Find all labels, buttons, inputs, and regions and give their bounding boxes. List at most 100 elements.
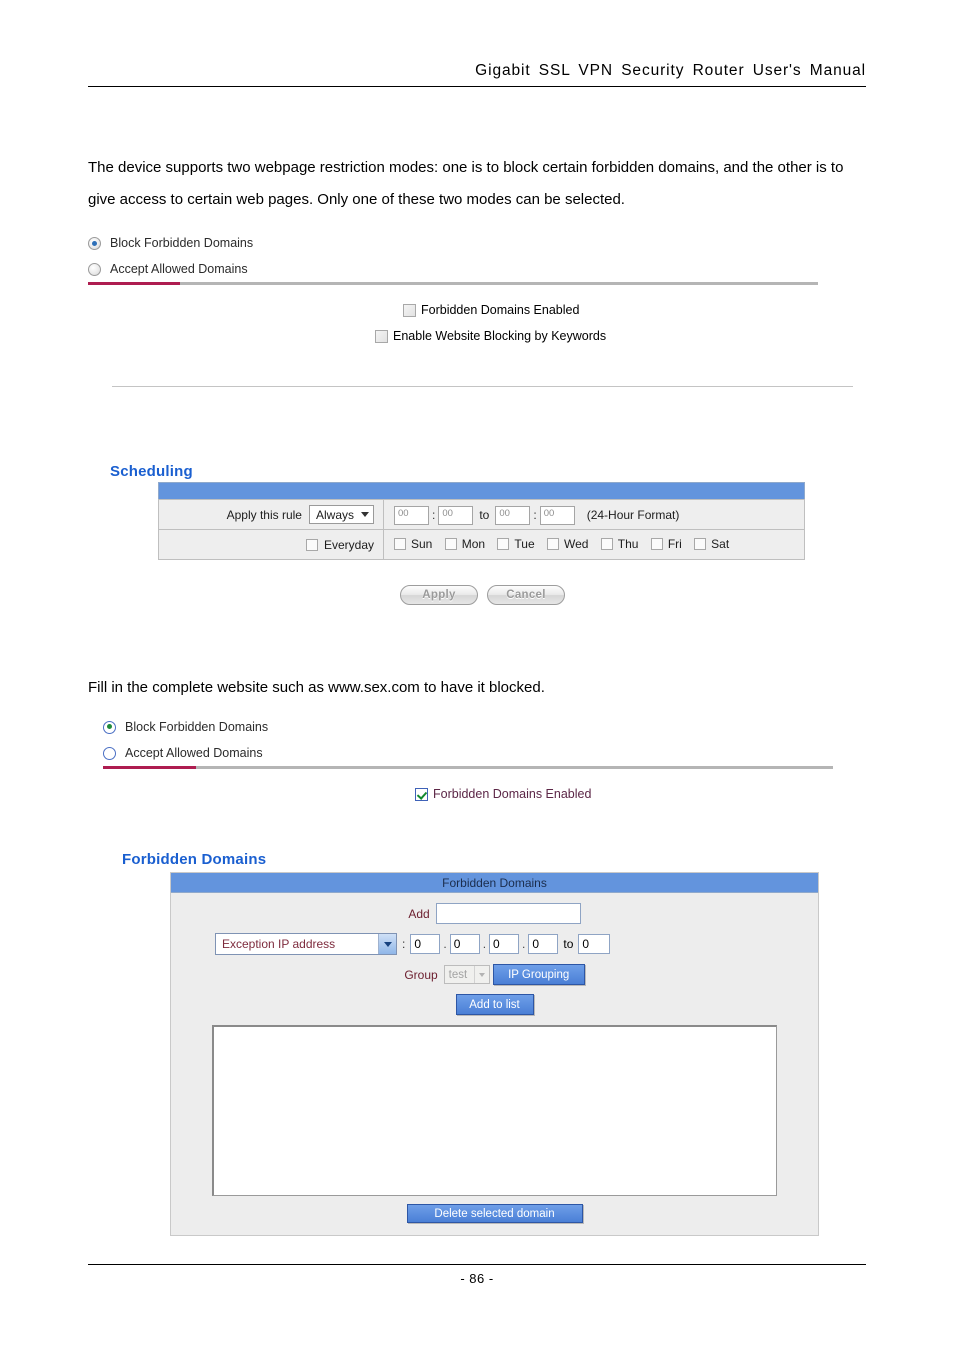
group-label: Group	[404, 967, 438, 982]
mode-selector-bottom: Block Forbidden Domains Accept Allowed D…	[103, 714, 833, 769]
radio-icon-unselected[interactable]	[103, 746, 116, 760]
checkbox-forbidden-domains-enabled-bottom[interactable]: Forbidden Domains Enabled	[415, 787, 591, 801]
time-to-hour-input[interactable]: 00	[495, 505, 531, 525]
day-label: Sun	[411, 536, 433, 551]
colon-separator: :	[402, 937, 406, 951]
form-action-buttons: Apply Cancel	[400, 585, 565, 605]
group-select-value: test	[448, 968, 468, 981]
time-from-minute-input[interactable]: 00	[438, 505, 474, 525]
day-label: Tue	[514, 536, 535, 551]
checkbox-icon-unchecked[interactable]	[546, 537, 559, 550]
checkbox-day-tue[interactable]: Tue	[497, 536, 535, 551]
checkbox-label: Everyday	[323, 537, 374, 552]
checkbox-icon-unchecked[interactable]	[497, 537, 510, 550]
ip-grouping-button[interactable]: IP Grouping	[492, 964, 585, 985]
exception-ip-value: Exception IP address	[222, 937, 336, 951]
checkbox-icon-unchecked[interactable]	[600, 537, 613, 550]
checkbox-icon-unchecked[interactable]	[394, 537, 406, 550]
checkbox-icon-unchecked[interactable]	[305, 538, 318, 551]
group-select: test	[443, 965, 490, 984]
checkbox-label: Forbidden Domains Enabled	[433, 787, 592, 801]
days-cell: Sun Mon Tue Wed Thu Fri Sat	[383, 529, 805, 560]
scheduling-table: Apply this rule Always 00 : 00 to 00 : 0…	[158, 499, 805, 560]
checkbox-forbidden-domains-enabled-top[interactable]: Forbidden Domains Enabled	[403, 303, 579, 317]
checkbox-label: Enable Website Blocking by Keywords	[393, 329, 607, 343]
time-format-note: (24-Hour Format)	[586, 508, 680, 522]
checkbox-icon-checked[interactable]	[415, 787, 428, 801]
intro-paragraph: The device supports two webpage restrict…	[88, 159, 844, 208]
dot-separator: .	[522, 937, 526, 951]
dot-separator: .	[443, 937, 447, 951]
time-to-word: to	[479, 508, 490, 522]
section-divider	[112, 386, 853, 387]
page-footer: - 86 -	[88, 1264, 866, 1286]
underline-accent	[103, 766, 196, 769]
radio-icon-unselected[interactable]	[88, 262, 101, 276]
ip-range-end-input[interactable]: 0	[578, 934, 611, 954]
add-to-list-row: Add to list	[171, 994, 818, 1015]
scheduling-widget: Apply this rule Always 00 : 00 to 00 : 0…	[158, 482, 805, 560]
ip-octet-1-input[interactable]: 0	[410, 934, 441, 954]
checkbox-day-fri[interactable]: Fri	[650, 537, 682, 551]
chevron-down-icon	[361, 512, 369, 517]
checkbox-icon-unchecked[interactable]	[375, 329, 388, 343]
checkbox-label: Forbidden Domains Enabled	[421, 303, 580, 317]
day-label: Thu	[617, 536, 639, 551]
day-label: Wed	[563, 536, 589, 551]
time-colon: :	[432, 508, 436, 522]
range-word: to	[563, 937, 574, 951]
underline-rest	[180, 282, 818, 285]
radio-label: Accept Allowed Domains	[110, 262, 248, 276]
forbidden-domains-panel: Forbidden Domains Add Exception IP addre…	[170, 872, 819, 1236]
radio-label: Block Forbidden Domains	[125, 720, 269, 734]
ip-octet-3-input[interactable]: 0	[489, 934, 520, 954]
time-colon: :	[533, 508, 537, 522]
add-label: Add	[408, 906, 430, 921]
checkbox-icon-unchecked[interactable]	[444, 537, 457, 550]
apply-rule-select[interactable]: Always	[308, 505, 374, 524]
radio-block-forbidden-domains-top[interactable]: Block Forbidden Domains	[88, 230, 818, 256]
checkbox-everyday[interactable]: Everyday	[159, 538, 374, 552]
mode-selector-top: Block Forbidden Domains Accept Allowed D…	[88, 230, 818, 285]
scheduling-header-bar	[158, 482, 805, 499]
exception-ip-row: Exception IP address : 0 . 0 . 0 . 0 to …	[171, 933, 818, 955]
panel-header: Forbidden Domains	[171, 873, 818, 893]
checkbox-icon-unchecked[interactable]	[694, 537, 707, 550]
checkbox-day-thu[interactable]: Thu	[600, 536, 639, 551]
fill-website-paragraph: Fill in the complete website such as www…	[88, 679, 545, 696]
apply-rule-label: Apply this rule	[226, 507, 302, 522]
page-number: - 86 -	[460, 1271, 494, 1286]
checkbox-icon-unchecked[interactable]	[403, 303, 416, 317]
add-domain-row: Add	[171, 903, 818, 924]
radio-label: Block Forbidden Domains	[110, 236, 254, 250]
time-range-cell: 00 : 00 to 00 : 00 (24-Hour Format)	[383, 499, 805, 530]
group-row: Group test IP Grouping	[171, 964, 818, 985]
ip-octet-2-input[interactable]: 0	[449, 934, 480, 954]
checkbox-day-wed[interactable]: Wed	[546, 536, 589, 551]
radio-icon-selected[interactable]	[103, 720, 116, 734]
checkbox-day-mon[interactable]: Mon	[444, 536, 486, 551]
time-to-minute-input[interactable]: 00	[539, 505, 575, 525]
time-from-hour-input[interactable]: 00	[394, 505, 429, 525]
underline-rest	[196, 766, 833, 769]
add-to-list-button[interactable]: Add to list	[455, 994, 534, 1015]
chevron-down-icon[interactable]	[378, 934, 396, 954]
delete-row: Delete selected domain	[171, 1204, 818, 1223]
apply-button[interactable]: Apply	[400, 585, 478, 605]
checkbox-day-sun[interactable]: Sun	[394, 537, 432, 551]
cancel-button[interactable]: Cancel	[487, 585, 565, 605]
radio-icon-selected[interactable]	[88, 236, 101, 250]
add-domain-input[interactable]	[435, 903, 581, 924]
day-label: Mon	[461, 536, 486, 551]
ip-octet-4-input[interactable]: 0	[528, 934, 559, 954]
checkbox-enable-website-blocking-by-keywords[interactable]: Enable Website Blocking by Keywords	[375, 329, 606, 343]
radio-block-forbidden-domains-bottom[interactable]: Block Forbidden Domains	[103, 714, 833, 740]
checkbox-day-sat[interactable]: Sat	[694, 537, 729, 551]
radio-accept-allowed-domains-bottom[interactable]: Accept Allowed Domains	[103, 740, 833, 766]
exception-ip-select[interactable]: Exception IP address	[215, 933, 397, 955]
checkbox-icon-unchecked[interactable]	[650, 537, 663, 550]
delete-selected-domain-button[interactable]: Delete selected domain	[406, 1204, 583, 1223]
radio-accept-allowed-domains-top[interactable]: Accept Allowed Domains	[88, 256, 818, 282]
domain-list-box[interactable]	[212, 1025, 777, 1196]
dot-separator: .	[482, 937, 487, 951]
